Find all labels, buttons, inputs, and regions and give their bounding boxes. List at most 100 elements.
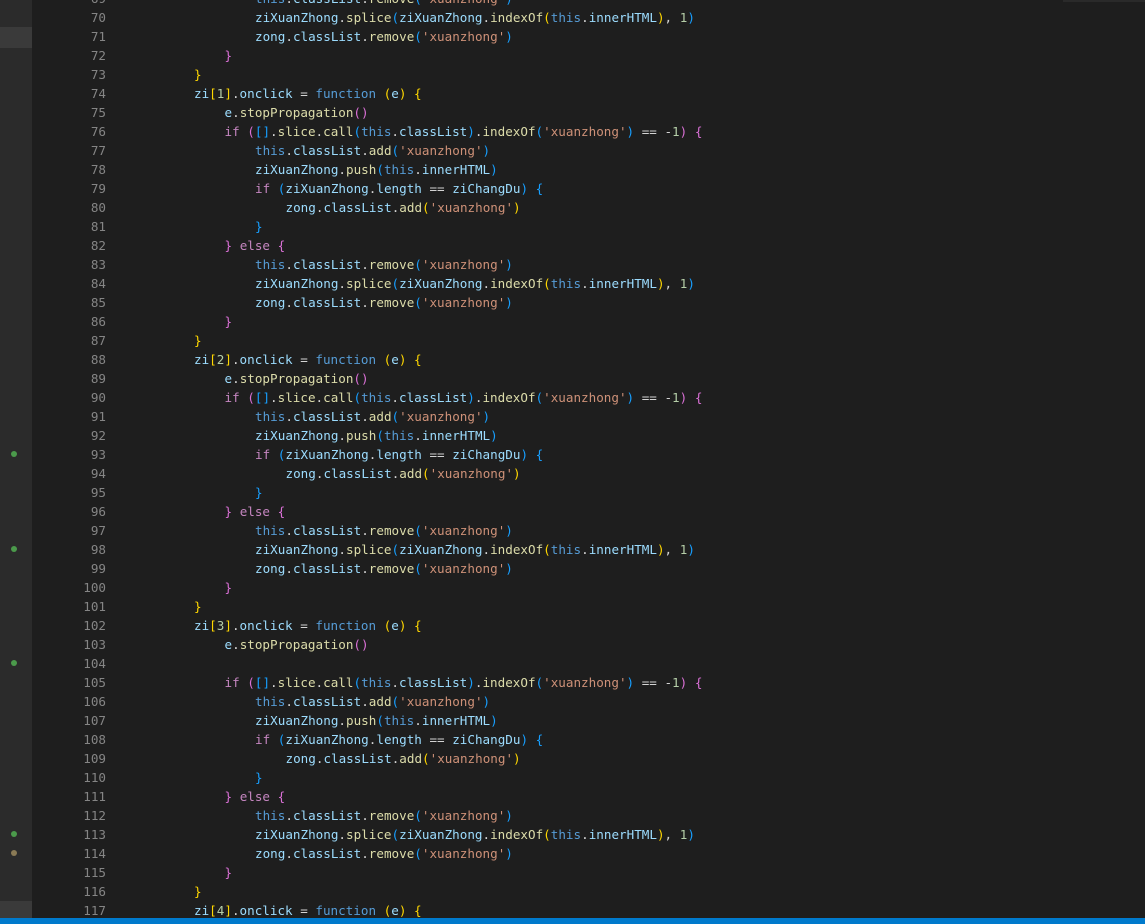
code-text: } — [255, 768, 263, 787]
code-line[interactable]: 71 zong.classList.remove('xuanzhong') — [64, 27, 1145, 46]
code-token: classList — [323, 200, 392, 215]
code-token: remove — [368, 29, 415, 44]
code-line[interactable]: 83 this.classList.remove('xuanzhong') — [64, 255, 1145, 274]
code-token: . — [361, 409, 369, 424]
code-line[interactable]: 70 ziXuanZhong.splice(ziXuanZhong.indexOf… — [64, 8, 1145, 27]
code-line[interactable]: 101} — [64, 597, 1145, 616]
code-line[interactable]: 72} — [64, 46, 1145, 65]
code-line[interactable]: 89 e.stopPropagation() — [64, 369, 1145, 388]
code-line[interactable]: 82} else { — [64, 236, 1145, 255]
line-number: 113 — [83, 827, 106, 842]
code-line[interactable]: 117 zi[4].onclick = function (e) { — [64, 901, 1145, 918]
code-line[interactable]: 96} else { — [64, 502, 1145, 521]
code-line[interactable]: 85 zong.classList.remove('xuanzhong') — [64, 293, 1145, 312]
code-line[interactable]: 116} — [64, 882, 1145, 901]
code-text: ziXuanZhong.splice(ziXuanZhong.indexOf(t… — [255, 274, 695, 293]
code-editor[interactable]: 69this.classList.remove('xuanzhong')70zi… — [32, 0, 1145, 918]
code-token: e — [224, 371, 233, 386]
code-line[interactable]: 84 ziXuanZhong.splice(ziXuanZhong.indexOf… — [64, 274, 1145, 293]
code-token: this — [383, 713, 415, 728]
line-number: 80 — [90, 200, 106, 215]
code-line[interactable]: 91 this.classList.add('xuanzhong') — [64, 407, 1145, 426]
code-token: ( — [543, 10, 551, 25]
code-token: . — [270, 390, 278, 405]
code-token: ] — [224, 903, 232, 918]
line-number: 112 — [83, 808, 106, 823]
code-line[interactable]: 113 ziXuanZhong.splice(ziXuanZhong.indexO… — [64, 825, 1145, 844]
code-line[interactable]: 107 ziXuanZhong.push(this.innerHTML) — [64, 711, 1145, 730]
code-token: this — [255, 143, 286, 158]
code-token: ( — [535, 675, 544, 690]
code-line[interactable]: 95} — [64, 483, 1145, 502]
code-token: slice — [277, 675, 316, 690]
code-line[interactable]: 90 if ([].slice.call(this.classList).inde… — [64, 388, 1145, 407]
code-line[interactable]: 100} — [64, 578, 1145, 597]
code-token: this — [550, 827, 582, 842]
code-line[interactable]: 81} — [64, 217, 1145, 236]
code-line[interactable]: 102 zi[3].onclick = function (e) { — [64, 616, 1145, 635]
code-line[interactable]: 103 e.stopPropagation() — [64, 635, 1145, 654]
code-line[interactable]: 94 zong.classList.add('xuanzhong') — [64, 464, 1145, 483]
code-line[interactable]: 78 ziXuanZhong.push(this.innerHTML) — [64, 160, 1145, 179]
line-number: 96 — [90, 504, 106, 519]
code-token: ziXuanZhong — [285, 447, 369, 462]
code-line[interactable]: 99 zong.classList.remove('xuanzhong') — [64, 559, 1145, 578]
code-text: ziXuanZhong.splice(ziXuanZhong.indexOf(t… — [255, 540, 695, 559]
code-line[interactable]: 108 if (ziXuanZhong.length == ziChangDu) … — [64, 730, 1145, 749]
code-token: 'xuanzhong' — [422, 0, 505, 6]
line-number: 102 — [83, 618, 106, 633]
code-token: ( — [376, 713, 384, 728]
code-token: remove — [368, 808, 415, 823]
code-text: } else { — [225, 787, 286, 806]
code-token: { — [277, 504, 286, 519]
code-token: ( — [414, 523, 422, 538]
code-line[interactable]: 79 if (ziXuanZhong.length == ziChangDu) { — [64, 179, 1145, 198]
code-line[interactable]: 109 zong.classList.add('xuanzhong') — [64, 749, 1145, 768]
code-line[interactable]: 87} — [64, 331, 1145, 350]
code-token: 'xuanzhong' — [429, 466, 514, 481]
code-line[interactable]: 80 zong.classList.add('xuanzhong') — [64, 198, 1145, 217]
code-line[interactable]: 114 zong.classList.remove('xuanzhong') — [64, 844, 1145, 863]
code-token: . — [338, 162, 346, 177]
code-token: ) — [505, 257, 513, 272]
code-line[interactable]: 106 this.classList.add('xuanzhong') — [64, 692, 1145, 711]
code-text: if ([].slice.call(this.classList).indexO… — [225, 122, 703, 141]
line-number: 86 — [90, 314, 106, 329]
code-text: this.classList.remove('xuanzhong') — [255, 521, 513, 540]
code-line[interactable]: 88 zi[2].onclick = function (e) { — [64, 350, 1145, 369]
code-line[interactable]: 105 if ([].slice.call(this.classList).ind… — [64, 673, 1145, 692]
code-line[interactable]: 93 if (ziXuanZhong.length == ziChangDu) { — [64, 445, 1145, 464]
code-token: ) — [505, 295, 513, 310]
code-line[interactable]: 98 ziXuanZhong.splice(ziXuanZhong.indexOf… — [64, 540, 1145, 559]
code-line[interactable]: 73} — [64, 65, 1145, 84]
code-token: . — [285, 409, 293, 424]
code-token: innerHTML — [588, 10, 657, 25]
code-line[interactable]: 104 — [64, 654, 1145, 673]
code-token: } — [224, 314, 233, 329]
code-text: zong.classList.remove('xuanzhong') — [255, 844, 513, 863]
code-line[interactable]: 74 zi[1].onclick = function (e) { — [64, 84, 1145, 103]
code-line[interactable]: 75 e.stopPropagation() — [64, 103, 1145, 122]
code-line[interactable]: 97 this.classList.remove('xuanzhong') — [64, 521, 1145, 540]
code-line[interactable]: 92 ziXuanZhong.push(this.innerHTML) — [64, 426, 1145, 445]
code-lines[interactable]: 69this.classList.remove('xuanzhong')70zi… — [64, 0, 1145, 918]
code-token: . — [361, 846, 369, 861]
code-line[interactable]: 110} — [64, 768, 1145, 787]
code-token: ) — [482, 694, 491, 709]
code-line[interactable]: 111} else { — [64, 787, 1145, 806]
code-line[interactable]: 69this.classList.remove('xuanzhong') — [64, 0, 1145, 8]
code-line[interactable]: 77 this.classList.add('xuanzhong') — [64, 141, 1145, 160]
code-token: ) — [490, 713, 498, 728]
code-text: this.classList.remove('xuanzhong') — [255, 806, 513, 825]
code-line[interactable]: 76 if ([].slice.call(this.classList).inde… — [64, 122, 1145, 141]
code-line[interactable]: 112 this.classList.remove('xuanzhong') — [64, 806, 1145, 825]
line-number: 87 — [90, 333, 106, 348]
code-token: . — [315, 390, 324, 405]
code-line[interactable]: 115} — [64, 863, 1145, 882]
code-token: indexOf — [490, 827, 544, 842]
code-line[interactable]: 86} — [64, 312, 1145, 331]
code-token: . — [231, 86, 240, 101]
code-token: . — [391, 675, 400, 690]
status-bar[interactable] — [0, 918, 1145, 924]
